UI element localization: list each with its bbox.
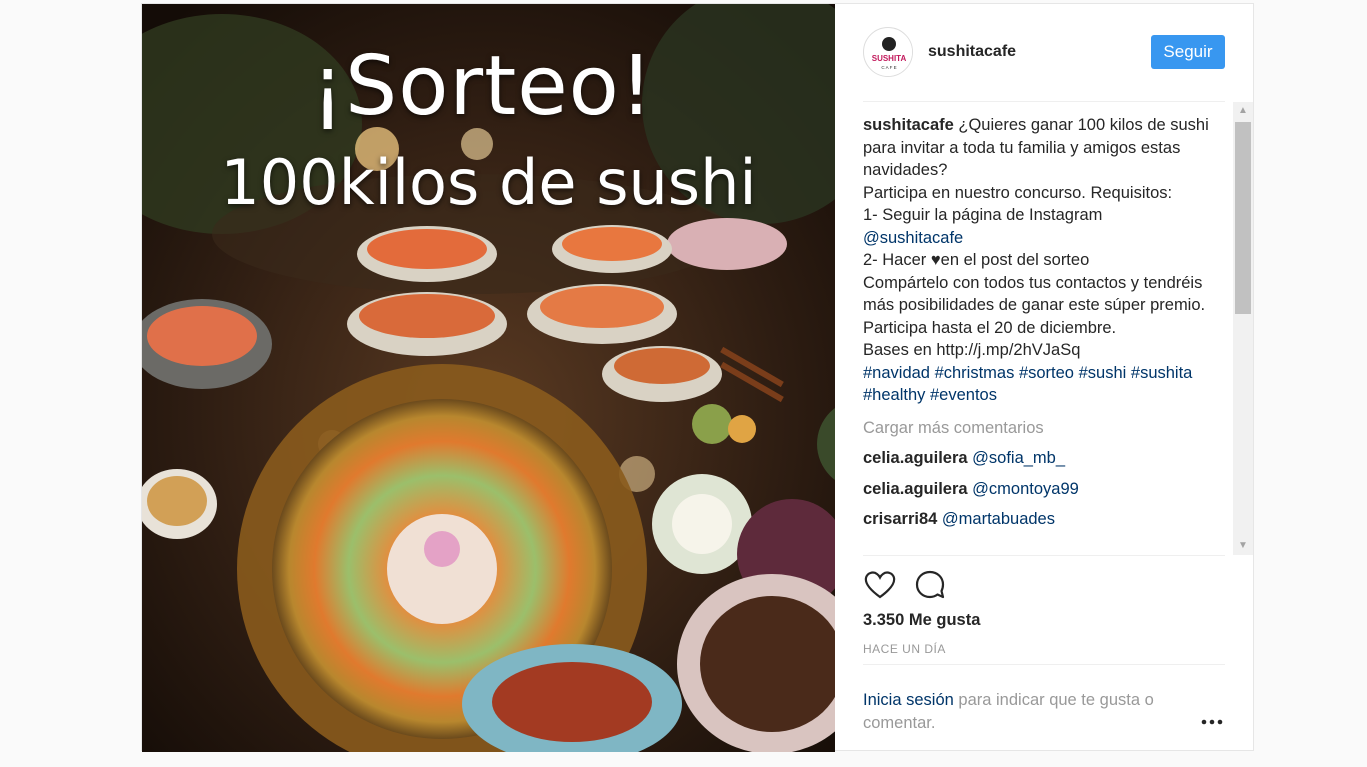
hashtag-link[interactable]: #eventos [930, 386, 997, 404]
post-sidebar: SUSHITA C A F E sushitacafe Seguir sushi… [835, 4, 1253, 750]
hashtag-link[interactable]: #healthy [863, 386, 925, 404]
svg-text:SUSHITA: SUSHITA [872, 54, 907, 63]
scroll-up-arrow-icon[interactable]: ▲ [1233, 102, 1253, 120]
comment-username[interactable]: crisarri84 [863, 510, 937, 528]
comment-mention[interactable]: @cmontoya99 [972, 480, 1079, 498]
comment-mention[interactable]: @martabuades [942, 510, 1055, 528]
post-actions [863, 555, 1225, 605]
hashtag-link[interactable]: #sushita [1131, 364, 1192, 382]
load-more-comments[interactable]: Cargar más comentarios [863, 417, 1225, 440]
hashtag-link[interactable]: #sorteo [1019, 364, 1074, 382]
comment-mention[interactable]: @sofia_mb_ [972, 449, 1065, 467]
post-timestamp: HACE UN DÍA [863, 642, 946, 656]
login-prompt: Inicia sesión para indicar que te gusta … [863, 664, 1225, 734]
headline-100kilos: 100kilos de sushi [220, 146, 757, 219]
header-username[interactable]: sushitacafe [928, 43, 1016, 61]
caption-username[interactable]: sushitacafe [863, 116, 954, 134]
comment-username[interactable]: celia.aguilera [863, 449, 968, 467]
comment-icon[interactable] [913, 568, 947, 602]
comments-scrollbar[interactable]: ▲ ▼ [1233, 102, 1253, 555]
caption-mention[interactable]: @sushitacafe [863, 229, 963, 247]
headline-sorteo: ¡Sorteo! [311, 39, 654, 134]
like-count[interactable]: 3.350 Me gusta [863, 611, 980, 630]
comments-list: sushitacafe ¿Quieres ganar 100 kilos de … [863, 114, 1225, 555]
svg-text:C A F E: C A F E [881, 65, 896, 70]
hashtag-link[interactable]: #christmas [935, 364, 1015, 382]
avatar[interactable]: SUSHITA C A F E [863, 27, 913, 77]
follow-button[interactable]: Seguir [1151, 35, 1225, 69]
heart-icon[interactable] [863, 568, 897, 602]
comment-item: celia.aguilera @cmontoya99 [863, 478, 1225, 501]
post-photo[interactable]: ¡Sorteo! 100kilos de sushi [142, 4, 835, 752]
scroll-down-arrow-icon[interactable]: ▼ [1233, 537, 1253, 555]
sushita-logo-icon: SUSHITA C A F E [865, 29, 912, 76]
login-link[interactable]: Inicia sesión [863, 691, 954, 709]
caption-text-2: 2- Hacer ♥en el post del sorteo Compárte… [863, 251, 1206, 359]
comment-item: crisarri84 @martabuades [863, 508, 1225, 531]
comment-item: celia.aguilera @sofia_mb_ [863, 447, 1225, 470]
post-header: SUSHITA C A F E sushitacafe Seguir [863, 24, 1225, 102]
post-caption: sushitacafe ¿Quieres ganar 100 kilos de … [863, 114, 1225, 407]
more-options-icon[interactable] [1200, 714, 1224, 725]
instagram-post: ¡Sorteo! 100kilos de sushi SUSHITA C A F… [141, 3, 1254, 752]
hashtag-link[interactable]: #navidad [863, 364, 930, 382]
hashtag-link[interactable]: #sushi [1079, 364, 1127, 382]
scrollbar-thumb[interactable] [1235, 122, 1251, 314]
comment-username[interactable]: celia.aguilera [863, 480, 968, 498]
